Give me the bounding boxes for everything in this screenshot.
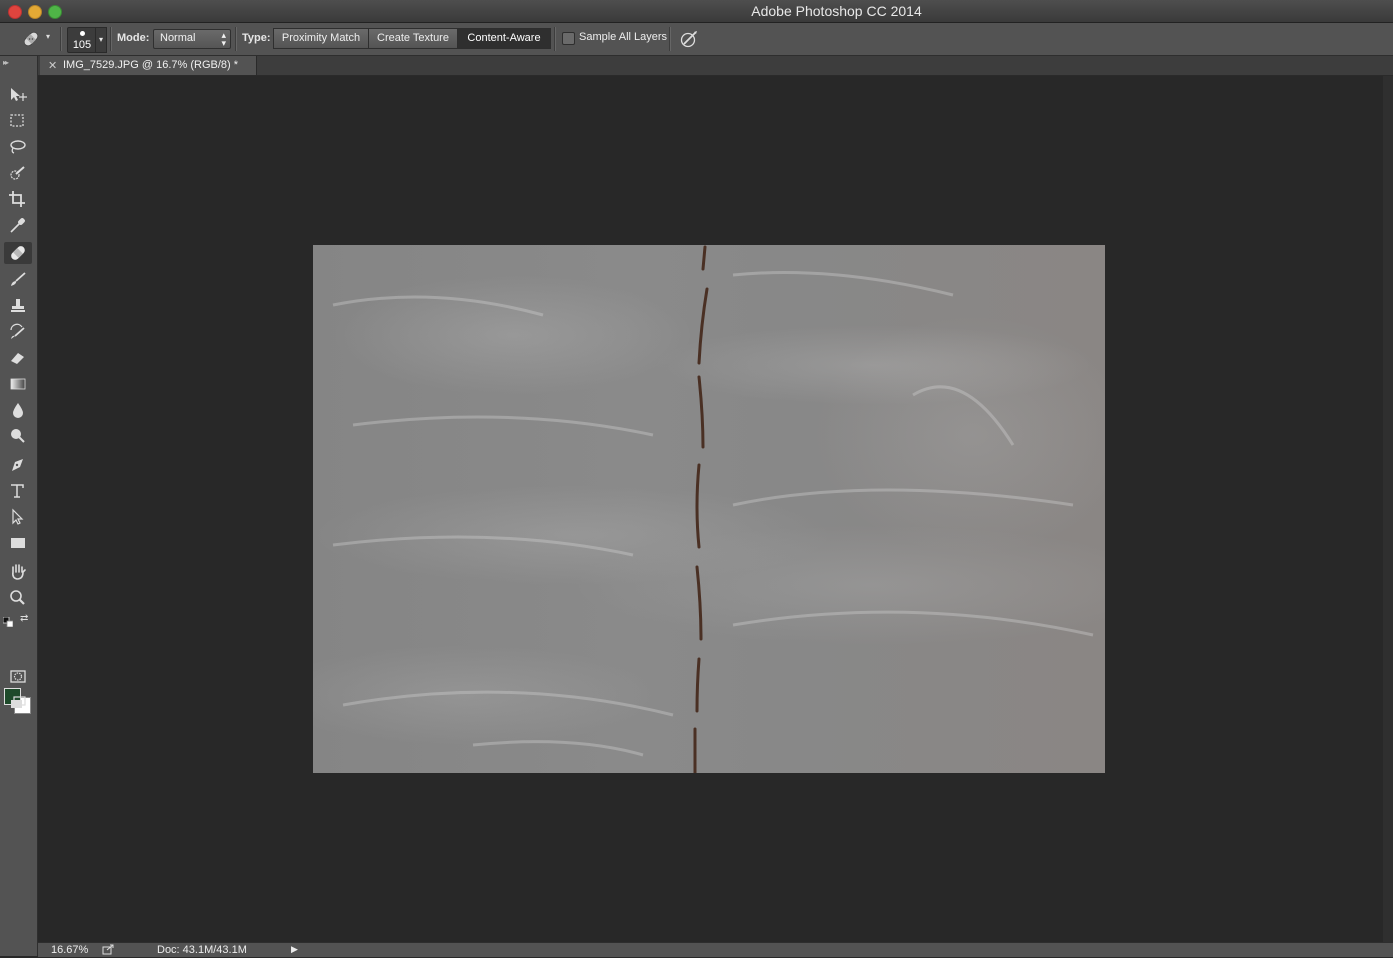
brush-picker-dropdown[interactable]: ▾ [95,27,107,53]
hand-tool[interactable] [4,561,32,583]
zoom-tool-icon [10,590,25,605]
divider [110,27,112,51]
blur-tool-icon [13,403,23,418]
lasso-tool[interactable] [4,136,32,158]
gradient-tool-icon [10,378,26,390]
blur-tool[interactable] [4,399,32,421]
quick-selection-tool-icon [10,166,25,180]
options-bar: ▾ 105 ▾ Mode: Normal ▴ ▾ Type: Proximity … [0,23,1393,56]
quick-selection-tool[interactable] [4,162,32,184]
brush-size-value: 105 [72,39,92,51]
spot-healing-brush-tool-icon [11,246,25,260]
path-selection-tool[interactable] [4,506,32,528]
clone-stamp-tool[interactable] [4,295,32,317]
divider [235,27,237,51]
history-brush-tool-icon [10,323,25,339]
type-tool-icon [11,484,24,498]
bandage-icon [23,31,39,47]
tools-panel: ▸▸ ⇄ [0,56,38,956]
type-create-texture-button[interactable]: Create Texture [368,28,458,49]
move-tool[interactable] [4,84,32,106]
app-title: Adobe Photoshop CC 2014 [751,3,922,19]
brush-size-picker[interactable]: 105 [67,27,97,53]
crop-tool[interactable] [4,188,32,210]
sample-all-layers-label[interactable]: Sample All Layers [579,31,667,43]
brush-tip-icon [80,31,85,36]
type-label: Type: [242,32,271,44]
spot-healing-brush-tool[interactable] [4,242,32,264]
close-tab-icon[interactable]: ✕ [48,59,57,72]
hand-tool-icon [12,564,26,580]
swap-colors-icon[interactable]: ⇄ [20,613,32,625]
share-icon[interactable] [102,944,114,955]
chevron-down-icon[interactable]: ▾ [46,32,50,41]
default-colors-icon[interactable] [2,614,14,628]
path-selection-tool-icon [12,508,24,525]
tool-preset-picker[interactable] [20,29,42,49]
quick-mask-icon [10,670,26,683]
mode-value: Normal [160,32,196,44]
mode-select[interactable]: Normal ▴ ▾ [153,29,231,49]
brush-tool-icon [11,272,26,286]
marquee-tool-icon [10,114,24,127]
document-size-info: Doc: 43.1M/43.1M [157,944,247,956]
sample-all-layers-checkbox[interactable] [562,32,575,45]
marquee-tool[interactable] [4,110,32,132]
select-arrows-icon: ▴ ▾ [221,30,226,48]
gradient-tool[interactable] [4,373,32,395]
screen-mode-icon [11,696,26,708]
crop-tool-icon [9,191,25,207]
screen-mode-button[interactable] [4,692,32,714]
divider [669,27,671,51]
type-content-aware-button[interactable]: Content-Aware [457,28,551,49]
rectangle-tool-icon [11,538,25,548]
pen-tool-icon [12,459,23,471]
lasso-tool-icon [10,140,26,154]
type-tool[interactable] [4,480,32,502]
title-bar: Adobe Photoshop CC 2014 [0,0,1393,23]
pressure-size-button[interactable] [679,29,699,49]
eraser-tool-icon [11,353,24,364]
rectangle-tool[interactable] [4,532,32,554]
move-tool-icon [11,88,27,101]
eyedropper-tool-icon [10,218,25,233]
zoom-tool[interactable] [4,587,32,609]
document-tab-title: IMG_7529.JPG @ 16.7% (RGB/8) * [63,59,239,71]
document-tab-bar: ✕ IMG_7529.JPG @ 16.7% (RGB/8) * [38,56,1393,76]
history-brush-tool[interactable] [4,321,32,343]
divider [60,27,62,51]
mode-label: Mode: [117,32,150,44]
pressure-pen-icon [680,31,697,48]
document-image[interactable] [313,245,1105,773]
zoom-level[interactable]: 16.67% [51,944,88,956]
panel-collapse-icon[interactable]: ▸▸ [3,58,9,67]
status-menu-arrow-icon[interactable]: ▶ [291,944,298,955]
type-proximity-match-button[interactable]: Proximity Match [273,28,369,49]
quick-mask-button[interactable] [4,666,32,688]
clone-stamp-tool-icon [11,299,25,312]
vertical-scrollbar[interactable] [1383,76,1393,942]
stone-texture-with-twigs-image [332,245,1094,773]
status-bar: 16.67% Doc: 43.1M/43.1M ▶ [38,942,1393,957]
brush-tool[interactable] [4,269,32,291]
pen-tool[interactable] [4,454,32,476]
divider [554,27,556,51]
eyedropper-tool[interactable] [4,214,32,236]
dodge-tool-icon [11,429,25,443]
eraser-tool[interactable] [4,347,32,369]
document-tab[interactable]: ✕ IMG_7529.JPG @ 16.7% (RGB/8) * [40,56,257,75]
dodge-tool[interactable] [4,425,32,447]
